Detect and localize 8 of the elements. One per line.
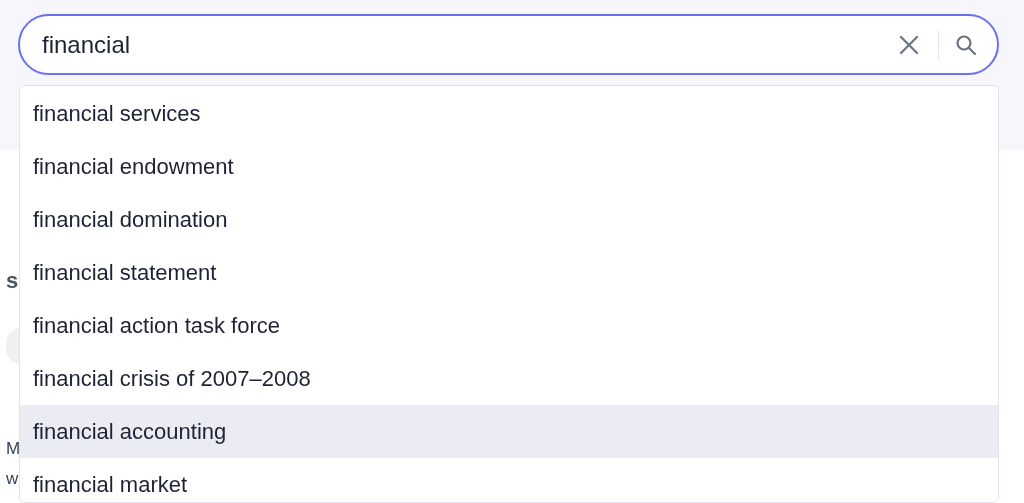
suggestion-item[interactable]: financial accounting	[20, 405, 998, 458]
search-input[interactable]: financial	[42, 26, 898, 63]
fragment-text: s	[6, 267, 19, 295]
close-icon[interactable]	[898, 33, 920, 56]
fragment-text: w	[6, 468, 19, 490]
fragment-text: M	[6, 438, 21, 460]
search-icon[interactable]	[955, 33, 977, 56]
search-field[interactable]: financial	[18, 14, 999, 75]
